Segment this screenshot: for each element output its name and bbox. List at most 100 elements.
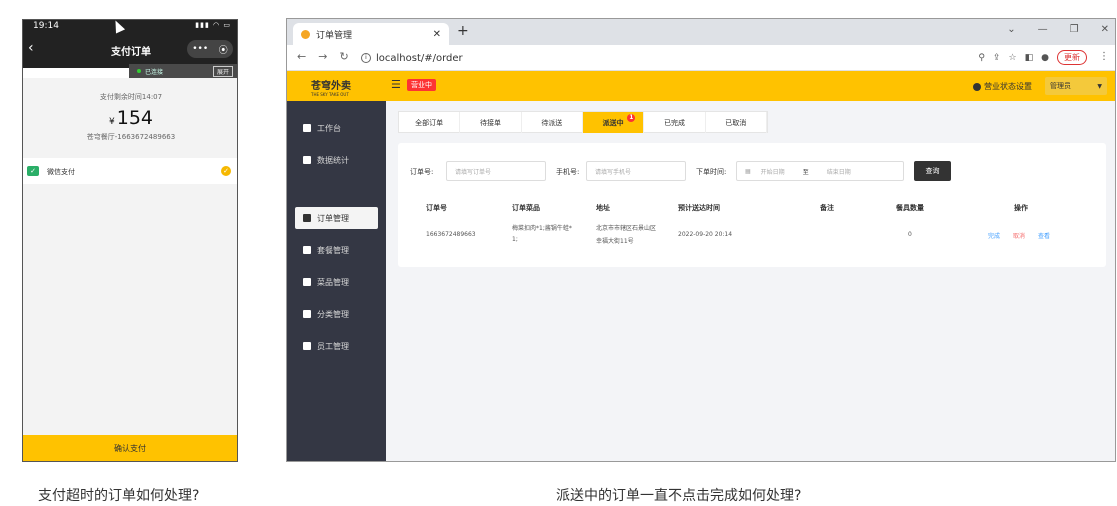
column-header: 订单菜品 [512,204,540,212]
forward-arrow-icon[interactable]: → [318,50,327,63]
order-panel: 订单号: 请填写订单号 手机号: 请填写手机号 下单时间: ▦ 开始日期 至 结… [398,143,1106,267]
column-header: 备注 [820,204,834,212]
phone-screenshot: 19:14 ▮▮▮ ◠ ▭ ‹ 支付订单 ••• ⦿ 已连接 展开 支付剩余时间… [22,19,238,462]
sidebar-item-orders[interactable]: 订单管理 [295,207,378,229]
order-number-input[interactable]: 请填写订单号 [446,161,546,181]
zoom-icon[interactable]: ⚲ [978,53,985,63]
sidebar-item-dishes[interactable]: 菜品管理 [295,271,378,293]
shop-status-settings[interactable]: 营业状态设置 [973,81,1032,92]
table-row: 1663672489663 梅菜扣肉*1;酱锅牛蛙* 1; 北京市市辖区石景山区… [398,219,1106,251]
sidebar-item-statistics[interactable]: 数据统计 [295,149,378,171]
browser-toolbar: ← → ↻ i localhost/#/order ⚲ ⇪ ☆ ◧ ● 更新 ⋮ [287,45,1115,71]
wechat-pay-icon: ✓ [27,166,39,176]
tab-delivering[interactable]: 派送中 1 [582,112,645,133]
phone-status-bar: 19:14 ▮▮▮ ◠ ▭ [23,20,237,32]
tab-pending-accept[interactable]: 待接单 [460,112,522,133]
complete-button[interactable]: 完成 [988,231,1000,240]
payment-method-row[interactable]: ✓ 微信支付 ✓ [23,158,237,184]
cancel-button[interactable]: 取消 [1013,231,1025,240]
sidebar-item-workbench[interactable]: 工作台 [295,117,378,139]
payment-method-label: 微信支付 [47,168,75,176]
calendar-icon: ▦ [745,167,751,175]
pay-amount: ¥154 [23,107,237,129]
admin-label: 管理员 [1050,82,1071,90]
tab-cancelled[interactable]: 已取消 [706,112,767,133]
app-logo: 苍穹外卖 THE SKY TAKE OUT [311,77,351,97]
browser-tab[interactable]: 订单管理 ✕ [293,23,449,45]
shop-status-label[interactable]: 营业状态设置 [984,81,1032,92]
info-icon [303,342,311,350]
tab-pending-delivery[interactable]: 待派送 [522,112,583,133]
caret-down-icon: ▼ [1097,82,1102,90]
favicon-icon [301,29,310,39]
count-badge: 1 [627,114,636,122]
connection-label: 已连接 [145,68,164,76]
url-text[interactable]: localhost/#/order [376,53,463,64]
sidebar-item-employees[interactable]: 员工管理 [295,335,378,357]
close-tab-icon[interactable]: ✕ [433,29,441,40]
close-target-icon[interactable]: ⦿ [219,43,228,56]
tab-completed[interactable]: 已完成 [644,112,706,133]
order-number-placeholder: 请填写订单号 [455,168,492,176]
sidebar-item-label: 菜品管理 [317,277,349,287]
tab-label: 全部订单 [415,118,444,127]
column-header: 订单号 [426,204,447,212]
date-range-picker[interactable]: ▦ 开始日期 至 结束日期 [736,161,904,181]
menu-toggle-icon[interactable]: ☰ [391,78,401,91]
back-arrow-icon[interactable]: ← [297,50,306,63]
site-info-icon[interactable]: i [361,53,371,63]
toolbar-actions: ⚲ ⇪ ☆ ◧ ● 更新 [978,50,1087,65]
sidebar-item-label: 分类管理 [317,309,349,319]
side-panel-icon[interactable]: ◧ [1025,53,1034,63]
open-status-badge: 营业中 [407,79,436,91]
order-time-label: 下单时间: [696,168,727,176]
left-caption: 支付超时的订单如何处理? [38,488,200,504]
tab-title: 订单管理 [316,30,353,41]
order-icon [303,214,311,222]
phone-input[interactable]: 请填写手机号 [586,161,686,181]
new-tab-icon[interactable]: + [457,23,469,39]
currency-symbol: ¥ [109,117,115,127]
chart-icon [303,156,311,164]
tableware-cell: 0 [908,231,912,238]
main-content: 全部订单 待接单 待派送 派送中 1 已完成 已取消 订单号: 请填写订单号 手机… [386,101,1115,461]
update-button[interactable]: 更新 [1057,50,1087,65]
logo-subtext: THE SKY TAKE OUT [311,92,349,97]
address-cell-line1: 北京市市辖区石景山区 [596,225,657,232]
browser-tab-bar: 订单管理 ✕ + ⌄ — ❐ ✕ [287,19,1115,45]
bookmark-star-icon[interactable]: ☆ [1009,53,1017,63]
view-button[interactable]: 查看 [1038,231,1050,240]
share-icon[interactable]: ⇪ [993,53,1001,63]
expand-button[interactable]: 展开 [212,65,233,77]
restore-icon[interactable]: ❐ [1070,24,1079,35]
more-icon[interactable]: ••• [192,44,208,54]
sidebar-item-category[interactable]: 分类管理 [295,303,378,325]
range-separator: 至 [802,168,809,176]
sidebar-item-label: 套餐管理 [317,245,349,255]
close-window-icon[interactable]: ✕ [1101,24,1109,35]
sidebar-item-setmeal[interactable]: 套餐管理 [295,239,378,261]
mini-program-capsule[interactable]: ••• ⦿ [187,40,233,58]
tab-all-orders[interactable]: 全部订单 [399,112,461,133]
tab-label: 已完成 [663,118,685,127]
reload-icon[interactable]: ↻ [339,50,348,63]
query-button[interactable]: 查询 [914,161,951,181]
order-number-label: 订单号: [410,168,434,176]
app-header: 苍穹外卖 THE SKY TAKE OUT ☰ 营业中 营业状态设置 管理员 ▼ [287,71,1115,101]
column-header: 操作 [1014,204,1028,212]
sidebar-item-label: 数据统计 [317,155,349,165]
address-bar[interactable]: i localhost/#/order [361,50,981,66]
admin-dropdown[interactable]: 管理员 ▼ [1045,77,1107,95]
shop-order-number: 苍穹餐厅-1663672489663 [86,133,176,141]
sidebar: 工作台 数据统计 订单管理 套餐管理 菜品管理 分类管理 员工管理 [287,101,386,461]
browser-menu-icon[interactable]: ⋮ [1099,51,1109,62]
confirm-pay-button[interactable]: 确认支付 [23,435,237,461]
profile-icon[interactable]: ● [1041,53,1049,63]
tab-search-chevron-icon[interactable]: ⌄ [1007,24,1015,35]
right-caption: 派送中的订单一直不点击完成如何处理? [556,488,802,504]
minimize-icon[interactable]: — [1038,24,1048,35]
tab-label: 已取消 [725,118,747,127]
selected-check-icon[interactable]: ✓ [221,166,231,176]
logo-text: 苍穹外卖 [311,81,351,92]
status-time: 19:14 [33,21,59,31]
